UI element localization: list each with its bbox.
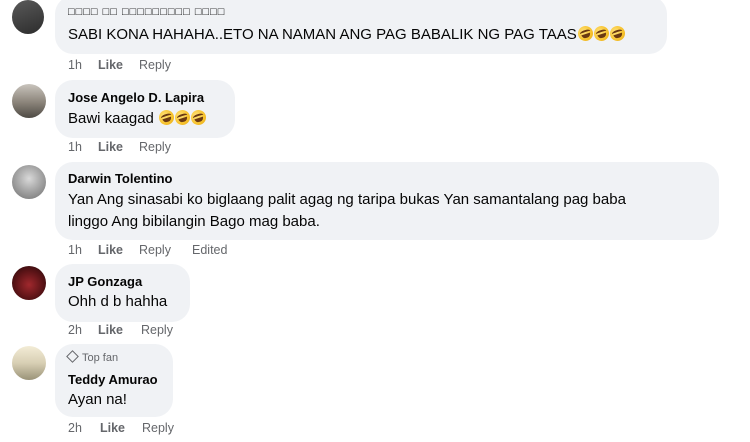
comment-text: SABI KONA HAHAHA..ETO NA NAMAN ANG PAG B… (68, 24, 627, 46)
comment-text: Ayan na! (68, 391, 127, 408)
like-button[interactable]: Like (100, 421, 125, 435)
reply-button[interactable]: Reply (142, 421, 174, 435)
comment-time[interactable]: 1h (68, 58, 82, 72)
comment-text-line-1: Yan Ang sinasabi ko biglaang palit agag … (68, 191, 626, 208)
avatar[interactable] (12, 266, 46, 300)
diamond-icon (66, 350, 79, 363)
comment-text-content: SABI KONA HAHAHA..ETO NA NAMAN ANG PAG B… (68, 26, 577, 43)
edited-label[interactable]: Edited (192, 243, 227, 257)
comment-text-content: Bawi kaagad (68, 110, 154, 127)
avatar[interactable] (12, 0, 44, 34)
reply-button[interactable]: Reply (139, 58, 171, 72)
comment-text: Ohh d b hahha (68, 293, 168, 310)
reply-button[interactable]: Reply (139, 140, 171, 154)
avatar[interactable] (12, 84, 46, 118)
comment-time[interactable]: 1h (68, 243, 82, 257)
laughing-emoji-icon (575, 24, 595, 43)
comment-text-line-2: linggo Ang bibilangin Bago mag baba. (68, 213, 320, 230)
comment-time[interactable]: 2h (68, 323, 82, 337)
reply-button[interactable]: Reply (141, 323, 173, 337)
comment-author[interactable]: □□□□ □□ □□□□□□□□□ □□□□ (68, 6, 225, 18)
top-fan-label: Top fan (82, 352, 119, 364)
top-fan-badge[interactable]: Top fan (66, 350, 119, 364)
laughing-emoji-icon (591, 24, 611, 43)
avatar[interactable] (12, 165, 46, 199)
like-button[interactable]: Like (98, 140, 123, 154)
laughing-emoji-icon (607, 24, 627, 43)
comment-time[interactable]: 1h (68, 140, 82, 154)
laughing-emoji-icon (173, 108, 193, 127)
like-button[interactable]: Like (98, 58, 123, 72)
comment-text: Bawi kaagad (68, 108, 209, 130)
avatar[interactable] (12, 346, 46, 380)
comment-time[interactable]: 2h (68, 421, 82, 435)
comment-author[interactable]: Darwin Tolentino (68, 171, 172, 186)
comment-author[interactable]: Jose Angelo D. Lapira (68, 90, 204, 105)
reply-button[interactable]: Reply (139, 243, 171, 257)
laughing-emoji-icon (157, 108, 177, 127)
like-button[interactable]: Like (98, 243, 123, 257)
like-button[interactable]: Like (98, 323, 123, 337)
comment-author[interactable]: Teddy Amurao (68, 372, 158, 387)
laughing-emoji-icon (189, 108, 209, 127)
comment-author[interactable]: JP Gonzaga (68, 274, 142, 289)
